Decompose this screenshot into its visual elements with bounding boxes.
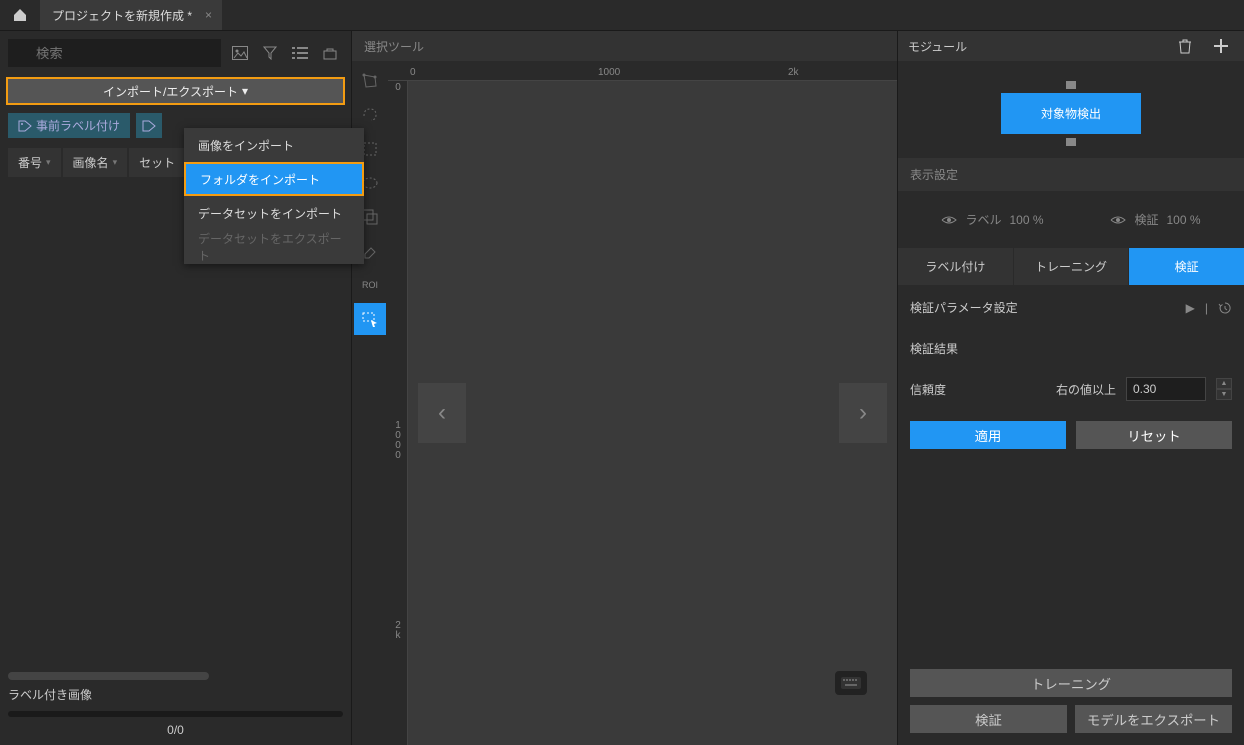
vertical-ruler: 0 1 0 0 0 2 k — [388, 81, 408, 745]
sort-icon: ▾ — [46, 157, 51, 168]
menu-import-image[interactable]: 画像をインポート — [184, 128, 364, 162]
roi-tool[interactable]: ROI — [354, 269, 386, 301]
gte-label: 右の値以上 — [1056, 381, 1116, 398]
prev-image-button[interactable]: ‹ — [418, 383, 466, 443]
display-settings-header[interactable]: 表示設定 — [898, 158, 1244, 191]
next-image-button[interactable]: › — [839, 383, 887, 443]
eye-icon — [941, 214, 957, 226]
horizontal-scrollbar[interactable] — [8, 672, 209, 680]
column-image-name[interactable]: 画像名▾ — [63, 148, 128, 177]
trash-icon[interactable] — [1172, 33, 1198, 59]
tab-title: プロジェクトを新規作成 * — [52, 7, 192, 24]
horizontal-ruler: 0 1000 2k — [388, 61, 897, 81]
verify-param-header[interactable]: 検証パラメータ設定 ▶ | — [898, 285, 1244, 330]
canvas[interactable]: 0 1000 2k 0 1 0 0 0 2 k ‹ › — [388, 61, 897, 745]
column-set[interactable]: セット — [129, 148, 185, 177]
module-node: 対象物検出 — [898, 61, 1244, 158]
close-icon[interactable]: × — [205, 8, 212, 22]
import-export-menu: 画像をインポート フォルダをインポート データセットをインポート データセットを… — [184, 128, 364, 264]
node-handle-bottom[interactable] — [1066, 138, 1076, 146]
tool-header: 選択ツール — [352, 31, 897, 61]
toolbox-icon[interactable] — [317, 40, 343, 66]
sort-icon: ▾ — [113, 157, 118, 168]
export-model-button[interactable]: モデルをエクスポート — [1075, 705, 1232, 733]
chevron-down-icon: ▾ — [242, 84, 248, 98]
filter-icon[interactable] — [257, 40, 283, 66]
project-tab[interactable]: プロジェクトを新規作成 * × — [40, 0, 222, 30]
tag-icon — [18, 120, 32, 132]
image-icon[interactable] — [227, 40, 253, 66]
history-icon[interactable] — [1218, 301, 1232, 315]
add-icon[interactable] — [1208, 33, 1234, 59]
prelabel-button[interactable]: 事前ラベル付け — [8, 113, 130, 138]
select-tool[interactable] — [354, 303, 386, 335]
mode-tabs: ラベル付け トレーニング 検証 — [898, 248, 1244, 285]
confidence-input[interactable]: 0.30 — [1126, 377, 1206, 401]
eye-icon — [1110, 214, 1126, 226]
apply-button[interactable]: 適用 — [910, 421, 1066, 449]
verify-visibility[interactable]: 検証 100 % — [1110, 211, 1200, 228]
tab-training[interactable]: トレーニング — [1014, 248, 1130, 285]
node-handle-top[interactable] — [1066, 81, 1076, 89]
confidence-label: 信頼度 — [910, 381, 946, 398]
step-down-icon[interactable]: ▼ — [1216, 389, 1232, 400]
progress-text: 0/0 — [8, 723, 343, 737]
column-number[interactable]: 番号▾ — [8, 148, 61, 177]
search-input[interactable] — [8, 39, 221, 67]
right-panel: モジュール 対象物検出 表示設定 ラベル 100 % 検証 100 % — [898, 30, 1244, 745]
param-label: 検証パラメータ設定 — [910, 299, 1018, 316]
menu-import-dataset[interactable]: データセットをインポート — [184, 196, 364, 230]
title-bar: プロジェクトを新規作成 * × — [0, 0, 1244, 30]
keyboard-icon[interactable] — [835, 671, 867, 695]
prelabel-settings-button[interactable] — [136, 113, 162, 138]
import-export-label: インポート/エクスポート — [103, 83, 238, 100]
labeled-images-label: ラベル付き画像 — [8, 686, 343, 703]
import-export-button[interactable]: インポート/エクスポート ▾ — [6, 77, 345, 105]
object-detection-module[interactable]: 対象物検出 — [1001, 93, 1141, 134]
menu-export-dataset: データセットをエクスポート — [184, 230, 364, 264]
reset-button[interactable]: リセット — [1076, 421, 1232, 449]
verify-result-label: 検証結果 — [898, 330, 1244, 367]
tab-verify[interactable]: 検証 — [1129, 248, 1244, 285]
module-header: モジュール — [898, 31, 1244, 61]
progress-bar — [8, 711, 343, 717]
selected-tool-label: 選択ツール — [364, 38, 424, 55]
lasso-tool[interactable] — [354, 99, 386, 131]
module-title: モジュール — [908, 38, 967, 55]
prelabel-label: 事前ラベル付け — [36, 117, 120, 134]
canvas-panel: 選択ツール ROI 0 1000 2k 0 — [352, 30, 898, 745]
label-visibility[interactable]: ラベル 100 % — [941, 211, 1043, 228]
verify-button[interactable]: 検証 — [910, 705, 1067, 733]
menu-import-folder[interactable]: フォルダをインポート — [184, 162, 364, 196]
training-button[interactable]: トレーニング — [910, 669, 1232, 697]
polygon-tool[interactable] — [354, 65, 386, 97]
step-up-icon[interactable]: ▲ — [1216, 378, 1232, 389]
list-icon[interactable] — [287, 40, 313, 66]
confidence-stepper[interactable]: ▲▼ — [1216, 378, 1232, 400]
home-button[interactable] — [0, 0, 40, 30]
play-icon[interactable]: ▶ — [1186, 301, 1195, 315]
tag-icon — [142, 120, 156, 132]
tab-labeling[interactable]: ラベル付け — [898, 248, 1014, 285]
